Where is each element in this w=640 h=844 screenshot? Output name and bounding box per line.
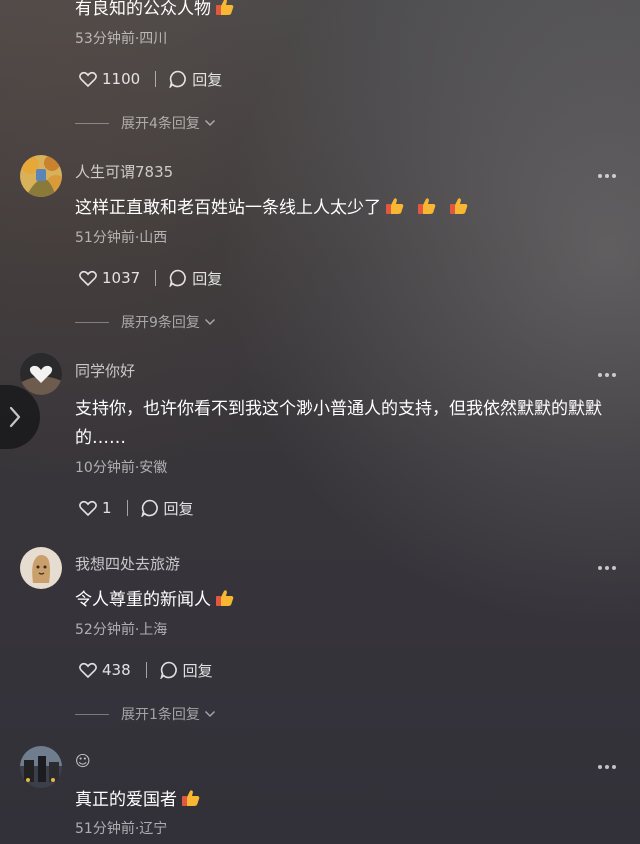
expand-replies-button[interactable]: 展开1条回复 (75, 704, 216, 724)
username[interactable]: 我想四处去旅游 (75, 553, 180, 574)
avatar[interactable] (20, 547, 62, 589)
thumbs-up-emoji-icon (182, 790, 200, 806)
divider (126, 500, 128, 516)
more-options-icon[interactable] (598, 765, 620, 771)
reply-button[interactable]: 回复 (192, 69, 222, 90)
comment-actions: 1 回复 (79, 497, 194, 519)
more-options-icon[interactable] (598, 373, 620, 379)
comment-meta: 53分钟前·四川 (75, 31, 168, 47)
chevron-down-icon (204, 119, 215, 127)
divider (75, 321, 109, 323)
comment-text: 有良知的公众人物 (75, 0, 620, 24)
side-panel-toggle[interactable] (0, 385, 40, 449)
thumbs-up-emoji-icon (216, 590, 234, 606)
comment-meta: 51分钟前·辽宁 (75, 821, 168, 837)
username[interactable]: ☺ (75, 752, 91, 770)
comment-actions: 1037 回复 (79, 267, 222, 289)
comment-actions: 438 回复 (79, 659, 213, 681)
reply-button[interactable]: 回复 (183, 660, 213, 681)
divider (145, 662, 147, 678)
reply-button[interactable]: 回复 (164, 498, 194, 519)
more-options-icon[interactable] (598, 174, 620, 180)
chevron-down-icon (204, 318, 215, 326)
chevron-right-icon (9, 406, 21, 428)
comment-text: 令人尊重的新闻人 (75, 586, 620, 615)
heart-icon[interactable] (79, 270, 97, 286)
avatar[interactable] (20, 746, 62, 788)
reply-bubble-icon[interactable] (169, 70, 187, 88)
heart-icon[interactable] (79, 662, 97, 678)
like-count: 1 (102, 499, 112, 517)
chevron-down-icon (204, 710, 215, 718)
more-options-icon[interactable] (598, 566, 620, 572)
avatar[interactable] (20, 353, 62, 395)
heart-icon[interactable] (79, 71, 97, 87)
reply-bubble-icon[interactable] (140, 499, 159, 517)
comment-actions: 1100 回复 (79, 68, 222, 90)
heart-icon[interactable] (79, 500, 97, 516)
reply-bubble-icon[interactable] (169, 269, 187, 287)
reply-button[interactable]: 回复 (192, 268, 222, 289)
expand-replies-button[interactable]: 展开4条回复 (75, 113, 216, 133)
thumbs-up-emoji-icon (386, 198, 404, 214)
avatar[interactable] (20, 155, 62, 197)
thumbs-up-emoji-icon (418, 198, 436, 214)
username[interactable]: 人生可谓7835 (75, 161, 173, 182)
thumbs-up-emoji-icon (450, 198, 468, 214)
comment-meta: 10分钟前·安徽 (75, 460, 168, 476)
comment-meta: 51分钟前·山西 (75, 230, 168, 246)
like-count: 438 (102, 661, 131, 679)
username[interactable]: 同学你好 (75, 360, 135, 381)
divider (155, 270, 157, 286)
divider (75, 713, 109, 715)
comment-text: 这样正直敢和老百姓站一条线上人太少了 (75, 194, 620, 223)
like-count: 1100 (102, 70, 141, 88)
comment-meta: 52分钟前·上海 (75, 622, 168, 638)
like-count: 1037 (102, 269, 141, 287)
divider (75, 122, 109, 124)
reply-bubble-icon[interactable] (159, 661, 178, 679)
divider (155, 71, 157, 87)
comment-text: 真正的爱国者 (75, 786, 620, 815)
thumbs-up-emoji-icon (216, 0, 234, 15)
expand-replies-button[interactable]: 展开9条回复 (75, 312, 216, 332)
comment-text: 支持你，也许你看不到我这个渺小普通人的支持，但我依然默默的默默的…… (75, 399, 602, 448)
